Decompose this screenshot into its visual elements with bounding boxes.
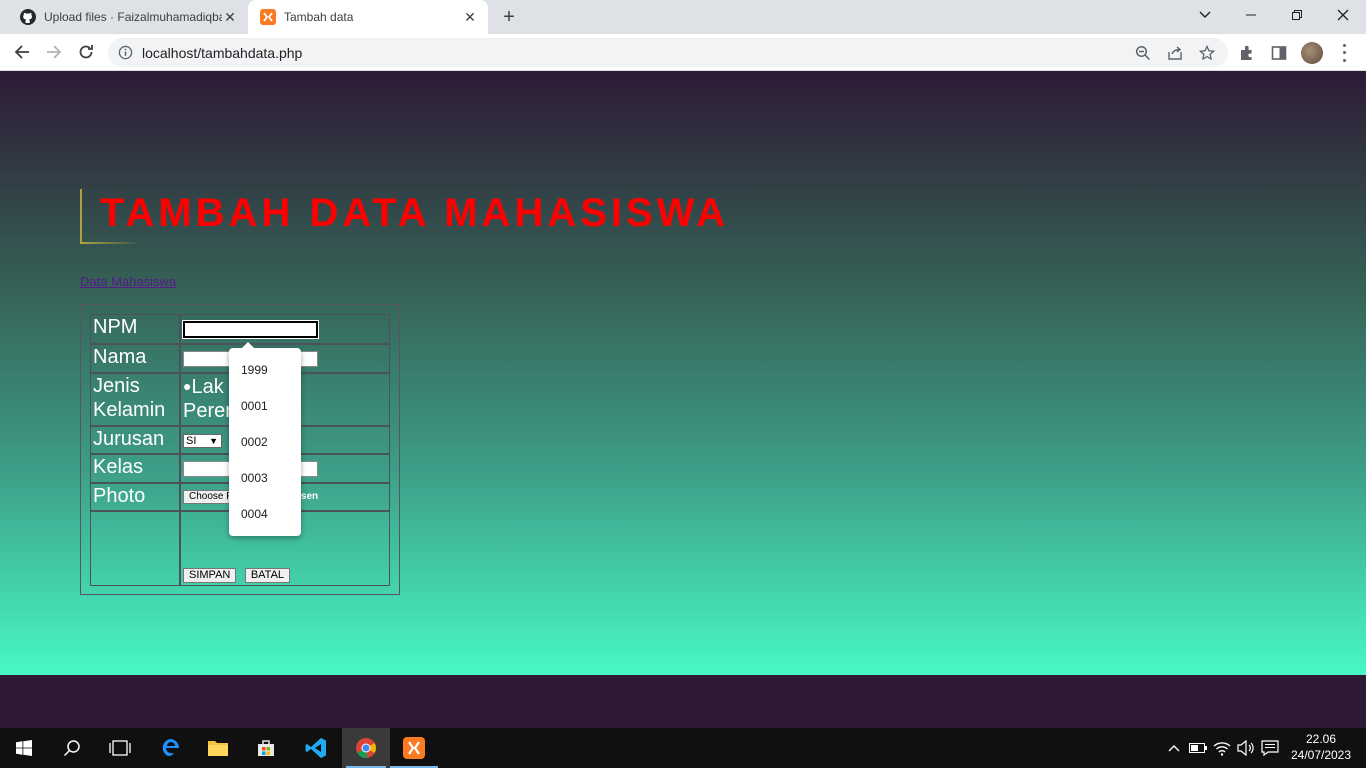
- chrome-icon: [356, 738, 377, 759]
- file-explorer-icon: [208, 741, 228, 756]
- jenis-kelamin-label-line-2: Kelamin: [93, 399, 166, 421]
- windows-start-icon: [16, 740, 32, 756]
- show-hidden-icons-button[interactable]: [1165, 739, 1183, 757]
- jenis-kelamin-label: Jenis Kelamin: [90, 373, 180, 426]
- npm-autocomplete-dropdown: 1999 0001 0002 0003 0004: [229, 342, 301, 536]
- jurusan-selected-value: SI: [186, 435, 197, 447]
- share-icon[interactable]: [1167, 45, 1183, 61]
- task-view-icon: [109, 740, 131, 756]
- form-row-npm: NPM: [90, 314, 390, 344]
- star-icon[interactable]: [1199, 45, 1215, 61]
- start-button[interactable]: [0, 728, 48, 768]
- edge-button[interactable]: [146, 728, 194, 768]
- notification-icon: [1261, 740, 1279, 756]
- xampp-icon: [260, 9, 276, 25]
- page-bottom-area: [0, 675, 1366, 728]
- minimize-icon: [1246, 14, 1256, 16]
- jenis-kelamin-label-line-1: Jenis: [93, 375, 140, 397]
- npm-label: NPM: [90, 314, 180, 344]
- vscode-icon: [305, 738, 326, 758]
- side-panel-icon[interactable]: [1270, 44, 1288, 62]
- xampp-icon: [403, 737, 425, 759]
- autocomplete-option[interactable]: 1999: [229, 352, 301, 388]
- tab-title: Upload files · Faizalmuhamadiqbal: [44, 10, 222, 24]
- actions-spacer: [90, 511, 180, 586]
- npm-cell: [180, 314, 390, 344]
- edge-icon: [162, 739, 179, 757]
- nama-label: Nama: [90, 344, 180, 373]
- store-icon: [258, 740, 274, 756]
- reload-icon: [79, 45, 93, 59]
- jurusan-label: Jurusan: [90, 426, 180, 454]
- wifi-icon: [1213, 742, 1231, 756]
- minimize-button[interactable]: [1228, 0, 1274, 30]
- search-icon: [63, 740, 80, 757]
- speaker-icon: [1237, 740, 1254, 756]
- info-icon[interactable]: [118, 45, 133, 60]
- vscode-button[interactable]: [292, 728, 340, 768]
- chrome-button[interactable]: [342, 728, 390, 768]
- file-explorer-button[interactable]: [194, 728, 242, 768]
- gender-option-laki-label: Lak: [191, 376, 224, 398]
- url-text[interactable]: localhost/tambahdata.php: [142, 45, 302, 61]
- battery-icon: [1189, 743, 1207, 753]
- batal-button[interactable]: BATAL: [244, 568, 291, 583]
- autocomplete-option[interactable]: 0001: [229, 388, 301, 424]
- windows-taskbar: 22.06 24/07/2023: [0, 728, 1366, 768]
- github-icon: [20, 9, 36, 25]
- close-window-button[interactable]: [1320, 0, 1366, 30]
- photo-label: Photo: [90, 483, 180, 511]
- jurusan-select[interactable]: SI ▼: [183, 434, 222, 448]
- simpan-button[interactable]: SIMPAN: [183, 568, 237, 583]
- profile-avatar[interactable]: [1301, 42, 1323, 64]
- xampp-button[interactable]: [390, 728, 438, 768]
- extensions-icon[interactable]: [1238, 44, 1256, 62]
- close-tab-icon[interactable]: ✕: [462, 9, 478, 25]
- kelas-label: Kelas: [90, 454, 180, 483]
- browser-menu-icon[interactable]: [1338, 42, 1350, 64]
- notifications-tray-icon[interactable]: [1261, 739, 1279, 757]
- tab-github-upload[interactable]: Upload files · Faizalmuhamadiqbal ✕: [8, 0, 248, 34]
- tab-search-button[interactable]: [1182, 0, 1228, 30]
- autocomplete-option[interactable]: 0002: [229, 424, 301, 460]
- restore-icon: [1292, 10, 1302, 20]
- address-bar[interactable]: localhost/tambahdata.php: [108, 38, 1228, 67]
- close-icon: [1337, 9, 1349, 21]
- store-button[interactable]: [242, 728, 290, 768]
- chevron-up-icon: [1168, 745, 1180, 752]
- page-title: TAMBAH DATA MAHASISWA: [80, 189, 729, 244]
- reload-button[interactable]: [72, 38, 100, 66]
- network-tray-icon[interactable]: [1213, 739, 1231, 757]
- data-mahasiswa-link[interactable]: Data Mahasiswa: [80, 274, 176, 289]
- close-tab-icon[interactable]: ✕: [222, 9, 238, 25]
- taskbar-search-button[interactable]: [48, 728, 96, 768]
- autocomplete-option[interactable]: 0004: [229, 496, 301, 532]
- arrow-right-icon: [47, 45, 62, 59]
- npm-input[interactable]: [182, 320, 319, 339]
- new-tab-button[interactable]: +: [498, 6, 520, 28]
- clock-date: 24/07/2023: [1290, 748, 1352, 762]
- volume-tray-icon[interactable]: [1237, 739, 1255, 757]
- zoom-icon[interactable]: [1135, 45, 1151, 61]
- arrow-left-icon: [14, 45, 29, 59]
- browser-tab-strip: Upload files · Faizalmuhamadiqbal ✕ Tamb…: [0, 0, 1366, 34]
- back-button[interactable]: [8, 38, 36, 66]
- chevron-down-icon: ▼: [209, 436, 218, 446]
- browser-toolbar: localhost/tambahdata.php: [0, 34, 1366, 71]
- page-viewport: TAMBAH DATA MAHASISWA Data Mahasiswa NPM…: [0, 71, 1366, 675]
- battery-tray-icon[interactable]: [1189, 739, 1207, 757]
- taskbar-clock[interactable]: 22.06 24/07/2023: [1286, 731, 1356, 763]
- forward-button[interactable]: [40, 38, 68, 66]
- restore-button[interactable]: [1274, 0, 1320, 30]
- clock-time: 22.06: [1305, 732, 1337, 746]
- autocomplete-option[interactable]: 0003: [229, 460, 301, 496]
- tab-title: Tambah data: [284, 10, 354, 24]
- chevron-down-icon: [1199, 11, 1211, 18]
- task-view-button[interactable]: [96, 728, 144, 768]
- tab-tambah-data[interactable]: Tambah data ✕: [248, 0, 488, 34]
